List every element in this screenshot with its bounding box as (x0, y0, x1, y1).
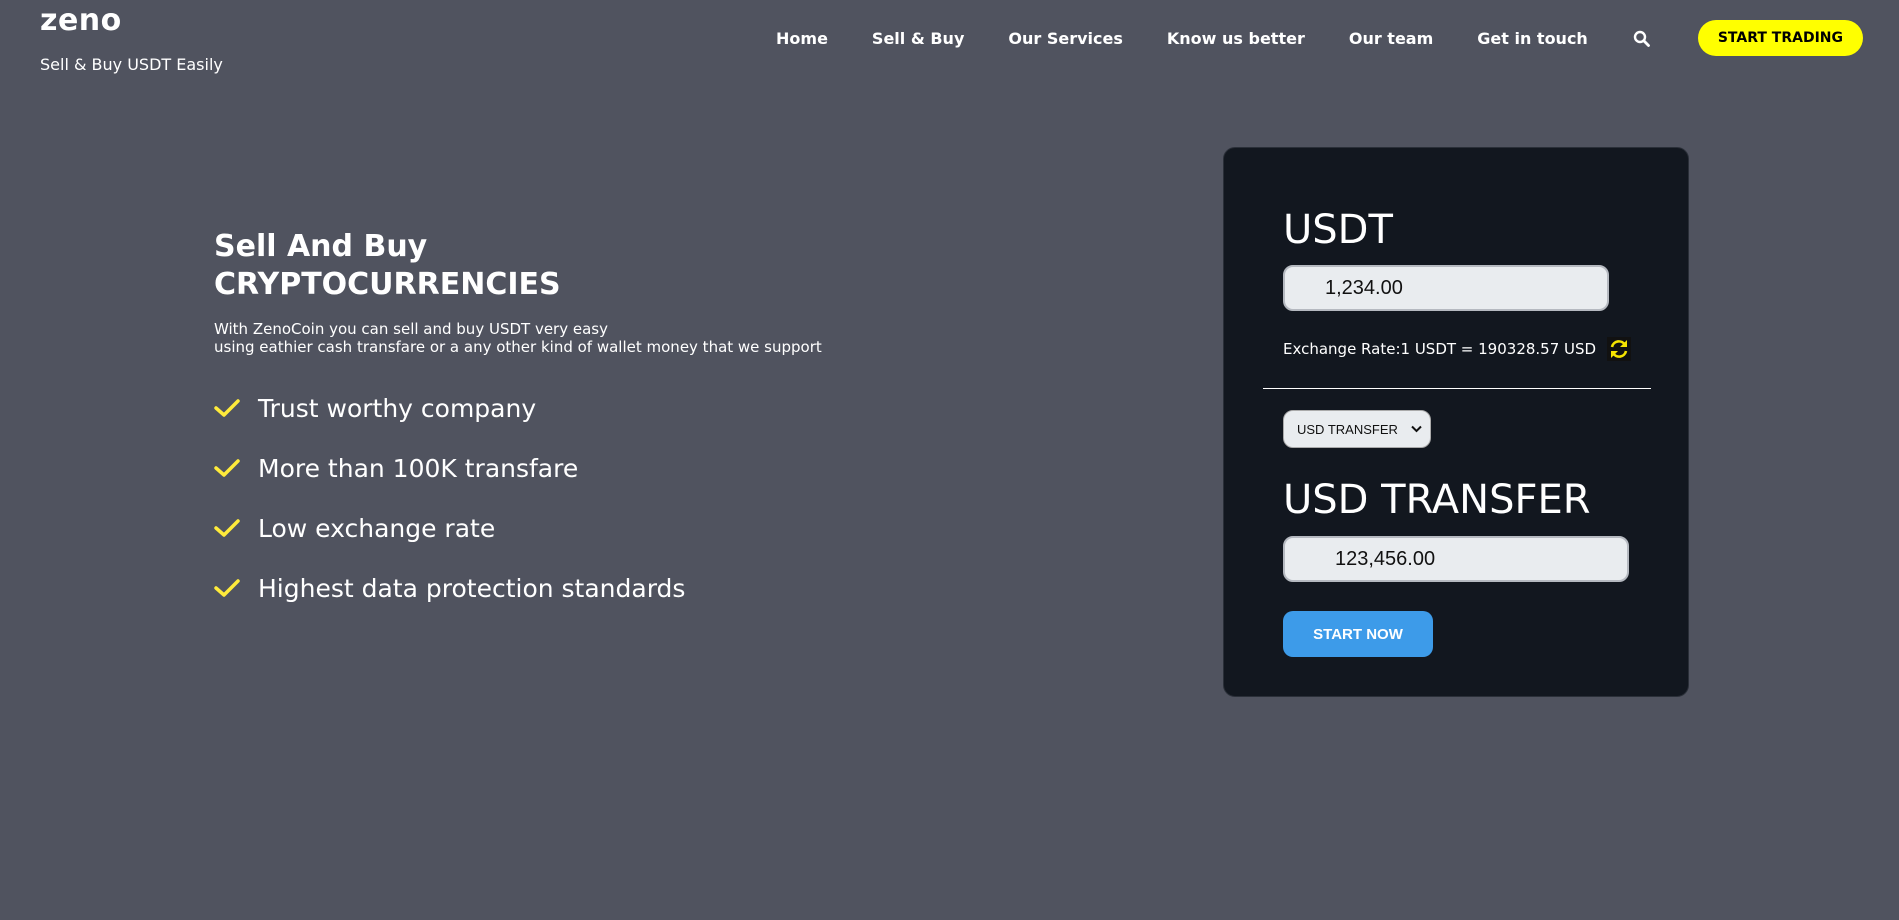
card-divider (1263, 388, 1651, 389)
feature-item: Trust worthy company (214, 378, 914, 438)
nav-sell-buy[interactable]: Sell & Buy (872, 29, 964, 48)
from-currency-title: USDT (1283, 207, 1393, 253)
exchange-rate-text: Exchange Rate:1 USDT = 190328.57 USD (1283, 340, 1597, 358)
hero-title-line1: Sell And Buy (214, 229, 428, 264)
nav-our-team[interactable]: Our team (1349, 29, 1433, 48)
hero-description: With ZenoCoin you can sell and buy USDT … (214, 320, 914, 356)
feature-text: Highest data protection standards (258, 573, 686, 603)
refresh-icon[interactable] (1606, 336, 1632, 362)
hero-desc-line1: With ZenoCoin you can sell and buy USDT … (214, 320, 608, 338)
chevron-down-icon (1411, 425, 1422, 433)
from-amount-input[interactable]: 1,234.00 (1283, 265, 1609, 311)
nav-home[interactable]: Home (776, 29, 828, 48)
nav-our-services[interactable]: Our Services (1008, 29, 1123, 48)
feature-text: Low exchange rate (258, 513, 496, 543)
hero-desc-line2: using eathier cash transfare or a any ot… (214, 338, 822, 356)
logo[interactable]: zeno (40, 4, 223, 38)
main-nav: Home Sell & Buy Our Services Know us bet… (776, 20, 1863, 56)
check-icon (214, 519, 240, 537)
feature-item: Highest data protection standards (214, 558, 914, 618)
exchange-rate-row: Exchange Rate:1 USDT = 190328.57 USD (1283, 336, 1632, 362)
nav-know-us-better[interactable]: Know us better (1167, 29, 1305, 48)
feature-item: Low exchange rate (214, 498, 914, 558)
to-amount-input[interactable]: 123,456.00 (1283, 536, 1629, 582)
feature-text: More than 100K transfare (258, 453, 579, 483)
start-now-button[interactable]: START NOW (1283, 611, 1433, 657)
search-icon[interactable] (1632, 28, 1652, 48)
converter-card: USDT 1,234.00 Exchange Rate:1 USDT = 190… (1223, 147, 1689, 697)
brand: zeno Sell & Buy USDT Easily (40, 4, 223, 75)
hero-title-line2: CRYPTOCURRENCIES (214, 267, 561, 302)
feature-list: Trust worthy company More than 100K tran… (214, 378, 914, 618)
feature-text: Trust worthy company (258, 393, 537, 423)
nav-get-in-touch[interactable]: Get in touch (1477, 29, 1588, 48)
hero-section: Sell And Buy CRYPTOCURRENCIES With ZenoC… (214, 228, 914, 618)
currency-select[interactable]: USD TRANSFER (1283, 410, 1431, 448)
check-icon (214, 459, 240, 477)
feature-item: More than 100K transfare (214, 438, 914, 498)
hero-title: Sell And Buy CRYPTOCURRENCIES (214, 228, 914, 304)
page: zeno Sell & Buy USDT Easily Home Sell & … (0, 0, 1899, 920)
tagline: Sell & Buy USDT Easily (40, 55, 223, 74)
currency-select-value: USD TRANSFER (1297, 421, 1398, 437)
to-currency-title: USD TRANSFER (1283, 477, 1591, 523)
check-icon (214, 399, 240, 417)
start-trading-button[interactable]: START TRADING (1697, 20, 1863, 56)
check-icon (214, 579, 240, 597)
